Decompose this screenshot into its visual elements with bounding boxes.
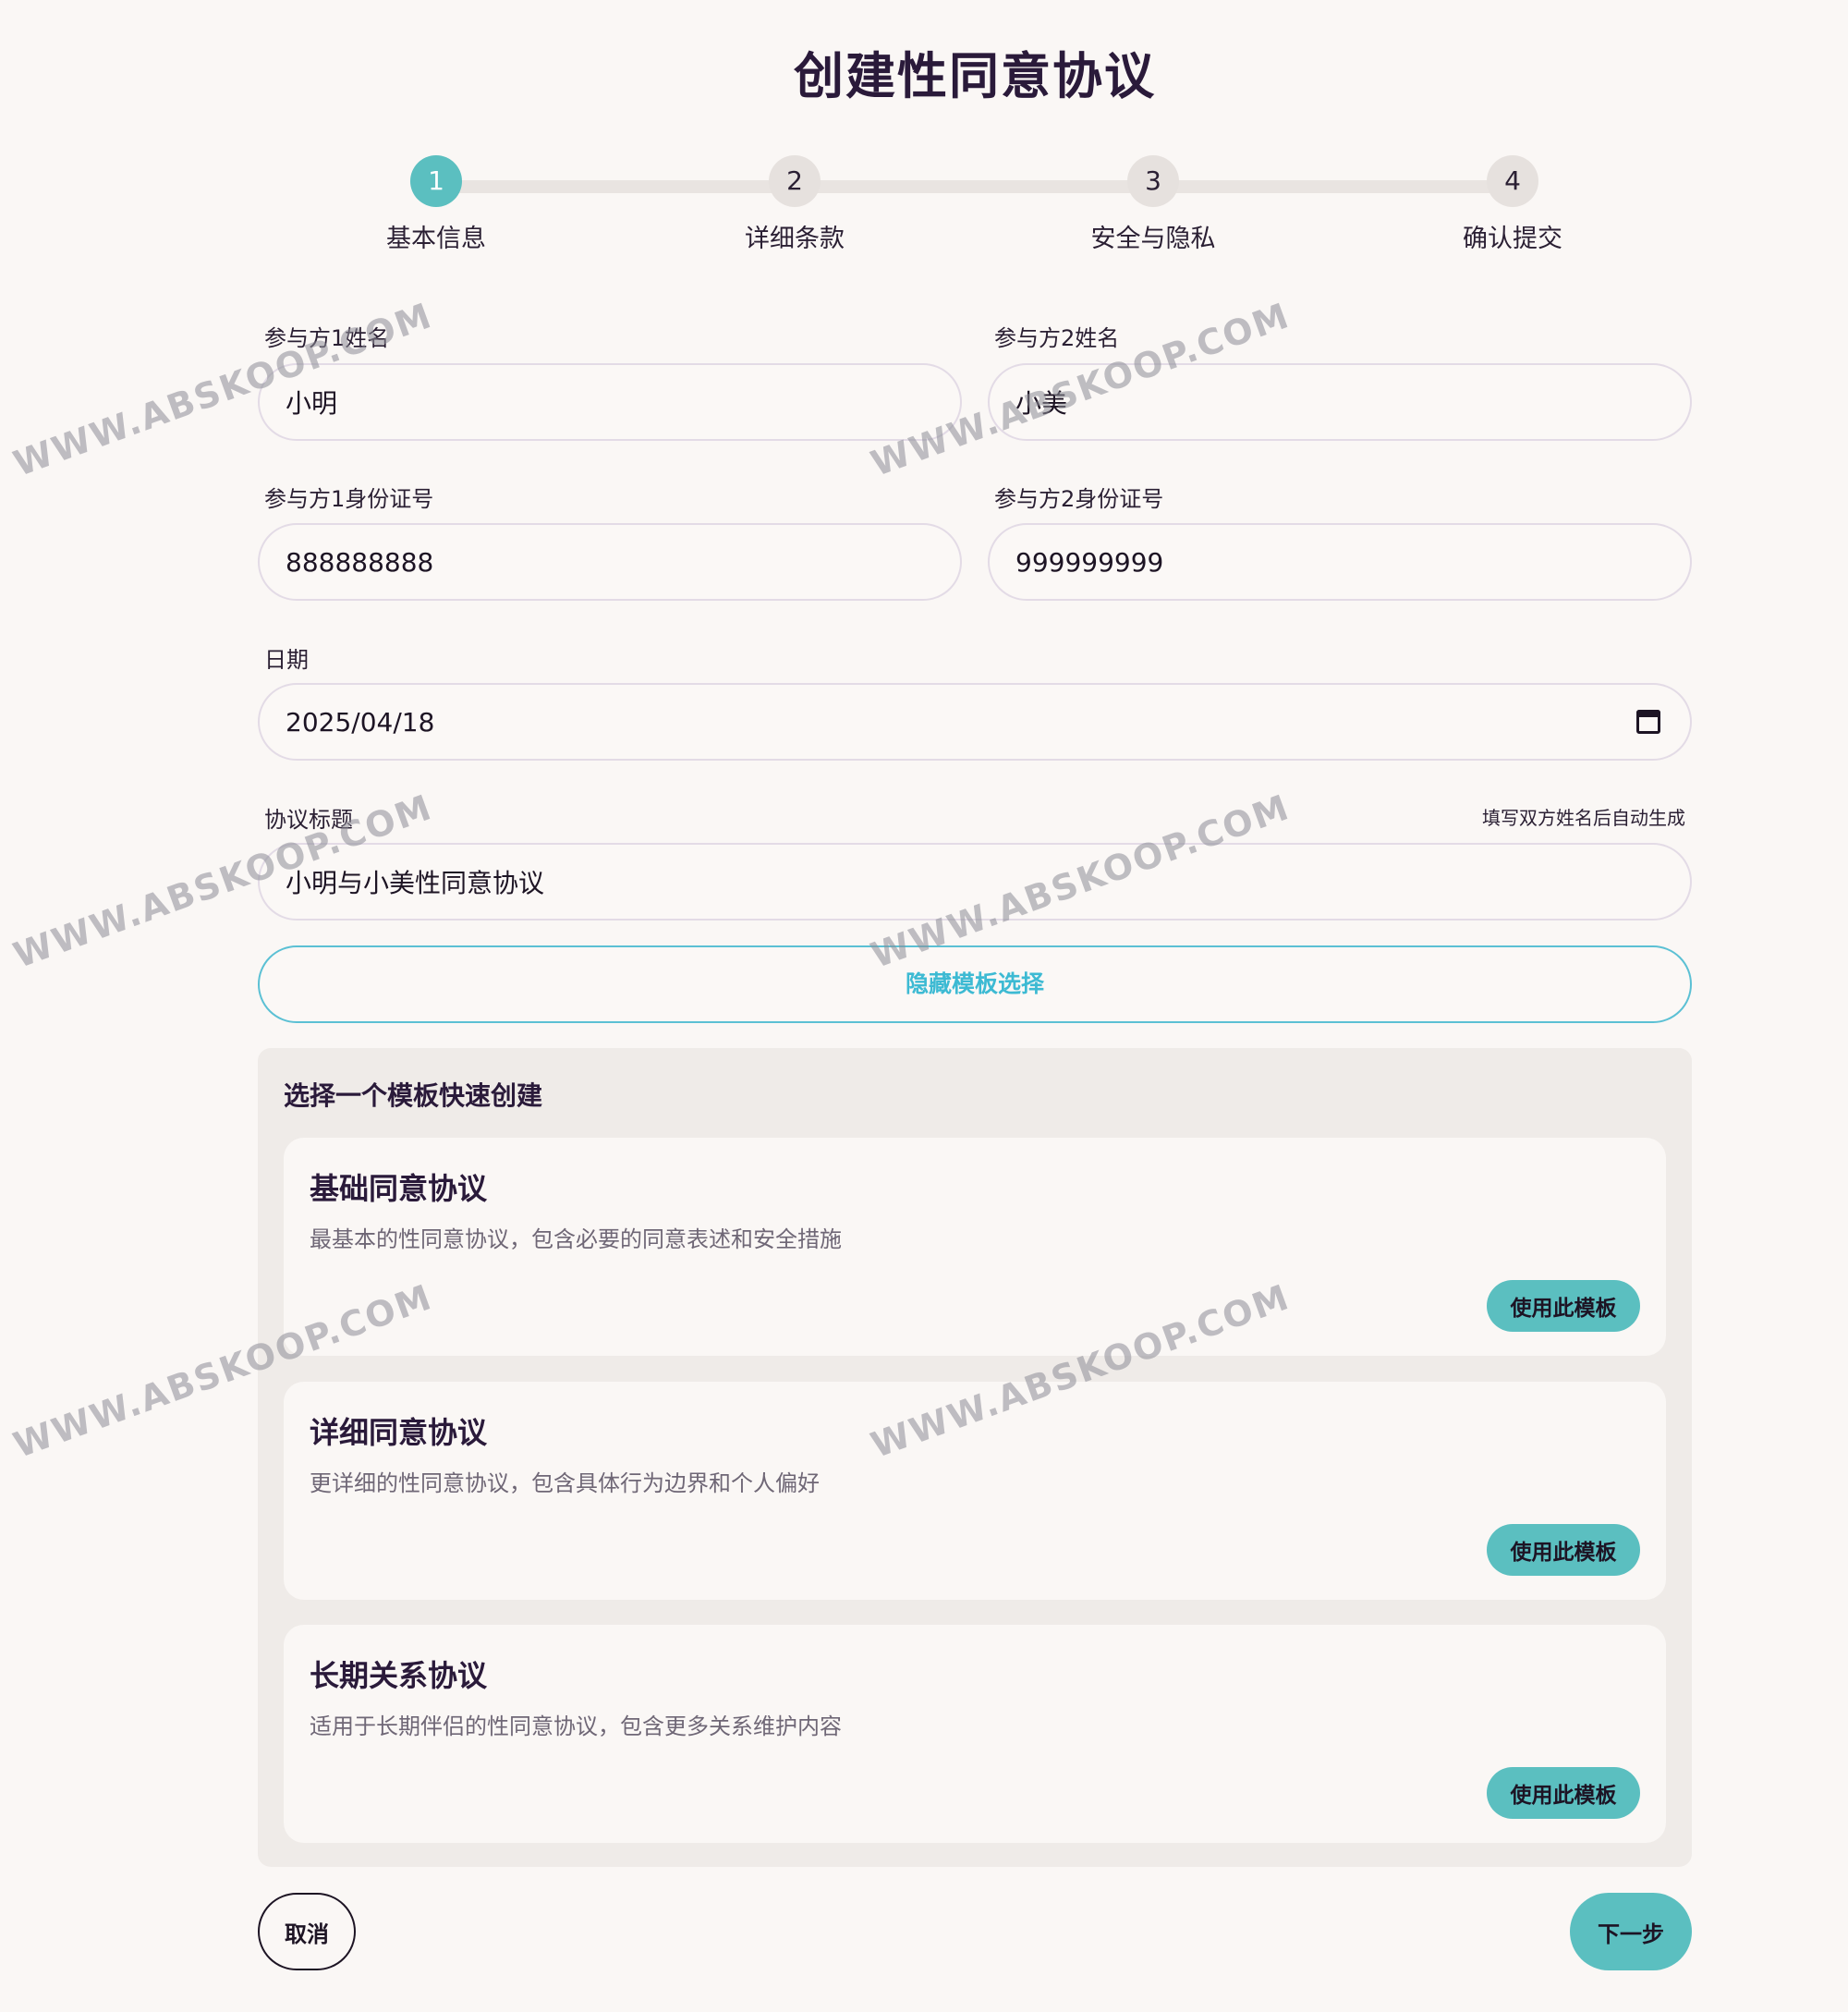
agreement-title-input[interactable]	[258, 843, 1692, 921]
step-detailed-terms[interactable]: 2 详细条款	[702, 155, 887, 254]
template-card-basic: 基础同意协议 最基本的性同意协议，包含必要的同意表述和安全措施 使用此模板	[284, 1138, 1666, 1356]
use-template-button[interactable]: 使用此模板	[1487, 1280, 1640, 1332]
use-template-button[interactable]: 使用此模板	[1487, 1524, 1640, 1576]
party1-id-input[interactable]	[258, 523, 962, 601]
date-label: 日期	[264, 647, 309, 673]
step-label: 基本信息	[386, 225, 486, 253]
template-card-detailed: 详细同意协议 更详细的性同意协议，包含具体行为边界和个人偏好 使用此模板	[284, 1382, 1666, 1600]
page-title: 创建性同意协议	[794, 47, 1156, 105]
party1-name-input[interactable]	[258, 363, 962, 441]
template-panel-title: 选择一个模板快速创建	[284, 1080, 543, 1111]
toggle-templates-button[interactable]: 隐藏模板选择	[258, 945, 1692, 1023]
date-input[interactable]	[258, 683, 1692, 761]
template-panel: 选择一个模板快速创建 基础同意协议 最基本的性同意协议，包含必要的同意表述和安全…	[258, 1048, 1692, 1867]
cancel-button[interactable]: 取消	[258, 1893, 356, 1970]
party2-id-label: 参与方2身份证号	[994, 486, 1164, 512]
template-title: 长期关系协议	[310, 1658, 488, 1693]
step-basic-info[interactable]: 1 基本信息	[344, 155, 529, 254]
use-template-button[interactable]: 使用此模板	[1487, 1767, 1640, 1819]
template-title: 基础同意协议	[310, 1171, 488, 1206]
template-description: 更详细的性同意协议，包含具体行为边界和个人偏好	[310, 1470, 820, 1496]
party2-name-input[interactable]	[988, 363, 1692, 441]
step-number: 1	[410, 155, 462, 207]
party1-id-label: 参与方1身份证号	[264, 486, 434, 512]
step-number: 4	[1487, 155, 1538, 207]
template-title: 详细同意协议	[310, 1415, 488, 1450]
agreement-title-label: 协议标题	[264, 807, 353, 833]
step-safety-privacy[interactable]: 3 安全与隐私	[1061, 155, 1246, 254]
stepper-track	[436, 180, 1513, 193]
template-description: 适用于长期伴侣的性同意协议，包含更多关系维护内容	[310, 1713, 842, 1739]
step-label: 确认提交	[1463, 225, 1562, 253]
step-label: 详细条款	[745, 225, 845, 253]
step-number: 2	[769, 155, 821, 207]
step-number: 3	[1127, 155, 1179, 207]
next-button[interactable]: 下一步	[1570, 1893, 1692, 1970]
step-label: 安全与隐私	[1090, 225, 1216, 253]
party2-id-input[interactable]	[988, 523, 1692, 601]
party1-name-label: 参与方1姓名	[264, 325, 390, 351]
calendar-icon[interactable]	[1636, 710, 1660, 734]
progress-stepper: 1 基本信息 2 详细条款 3 安全与隐私 4 确认提交	[0, 155, 1848, 266]
agreement-title-hint: 填写双方姓名后自动生成	[1482, 807, 1685, 829]
party2-name-label: 参与方2姓名	[994, 325, 1120, 351]
template-description: 最基本的性同意协议，包含必要的同意表述和安全措施	[310, 1226, 842, 1252]
template-card-long-term: 长期关系协议 适用于长期伴侣的性同意协议，包含更多关系维护内容 使用此模板	[284, 1625, 1666, 1843]
step-confirm-submit[interactable]: 4 确认提交	[1420, 155, 1605, 254]
